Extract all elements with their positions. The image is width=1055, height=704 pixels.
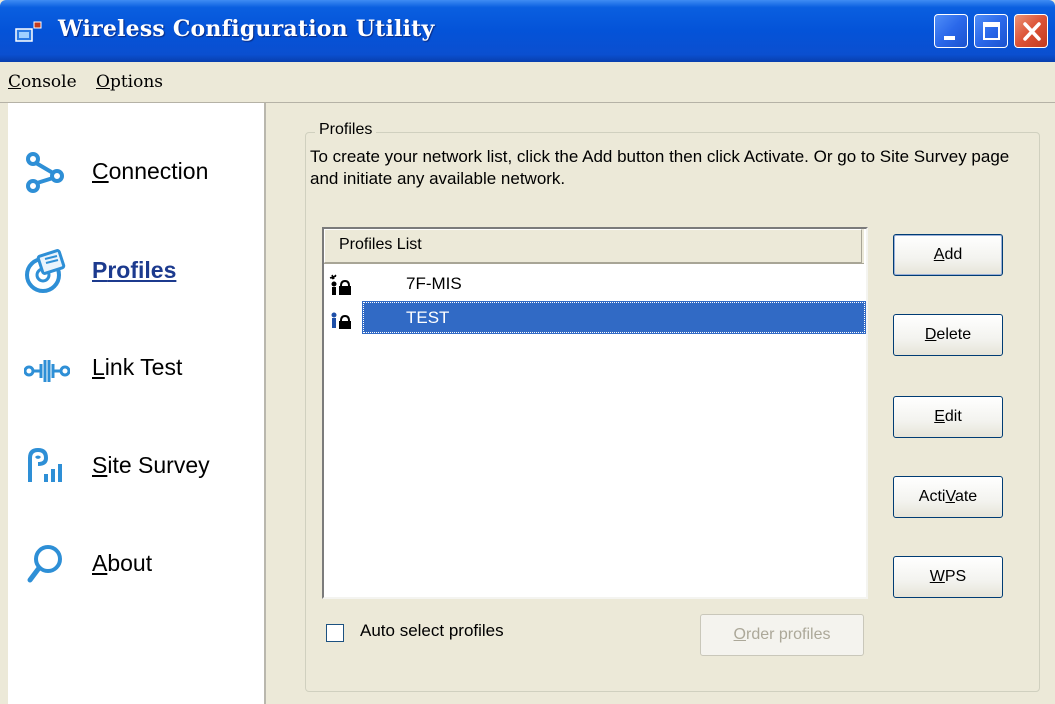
btn-mnemonic: A [933, 246, 945, 263]
nav-mnemonic: S [92, 452, 108, 478]
wireless-app-icon [15, 21, 42, 42]
btn-mnemonic: D [924, 326, 937, 343]
menu-bar: Console Options [0, 62, 1055, 103]
nav-rest: ink Test [104, 354, 183, 380]
sidebar-item-site-survey[interactable]: Site Survey [8, 434, 264, 494]
order-profiles-button[interactable]: Order profiles [700, 614, 864, 656]
connected-profile-icon [329, 274, 351, 295]
sidebar-item-connection[interactable]: Connection [8, 140, 264, 200]
sidebar-item-link-test-label: Link Test [92, 354, 182, 381]
btn-rest: dd [944, 246, 963, 263]
nav-rest: rofiles [107, 257, 177, 283]
profile-row-test[interactable]: TEST [324, 301, 866, 334]
sidebar-item-about-label: About [92, 550, 152, 577]
sidebar-item-connection-label: Connection [92, 158, 208, 185]
profiles-list[interactable]: Profiles List 7F-MIS TEST [322, 227, 868, 599]
profiles-icon [25, 249, 66, 293]
connection-icon [26, 152, 64, 193]
profiles-group-title: Profiles [315, 121, 377, 139]
minimize-icon [944, 36, 955, 40]
btn-rest: PS [944, 568, 967, 585]
btn-mnemonic: E [934, 408, 945, 425]
sidebar-item-profiles-label: Profiles [92, 257, 176, 284]
btn-pre: Acti [918, 488, 946, 505]
link-test-icon [24, 360, 70, 382]
delete-button[interactable]: Delete [893, 314, 1003, 356]
edit-button[interactable]: Edit [893, 396, 1003, 438]
close-icon [1023, 22, 1041, 41]
about-icon [27, 545, 62, 583]
menu-options-rest: ptions [109, 72, 163, 92]
maximize-icon [983, 22, 1000, 40]
activate-button[interactable]: ActiVate [893, 476, 1003, 518]
profile-name: 7F-MIS [406, 274, 462, 293]
auto-select-checkbox[interactable] [326, 624, 344, 642]
wps-button[interactable]: WPS [893, 556, 1003, 598]
menu-options-mnemonic: O [96, 72, 110, 92]
window-title: Wireless Configuration Utility [58, 16, 435, 42]
minimize-button[interactable] [934, 14, 968, 48]
nav-mnemonic: C [92, 158, 109, 184]
add-button[interactable]: Add [893, 234, 1003, 276]
btn-rest: dit [944, 408, 962, 425]
nav-rest: onnection [108, 158, 209, 184]
btn-rest: rder profiles [745, 626, 831, 643]
close-button[interactable] [1014, 14, 1048, 48]
sidebar-item-about[interactable]: About [8, 532, 264, 592]
menu-options[interactable]: Options [96, 72, 163, 92]
nav-mnemonic: P [92, 257, 108, 283]
btn-mnemonic: O [733, 626, 746, 643]
sidebar-item-site-survey-label: Site Survey [92, 452, 210, 479]
menu-console-rest: onsole [21, 72, 77, 92]
nav-mnemonic: A [92, 550, 108, 576]
profile-name: TEST [362, 301, 866, 334]
sidebar-item-profiles[interactable]: Profiles [8, 239, 264, 299]
nav-rest: ite Survey [107, 452, 210, 478]
column-header-label: Profiles List [339, 236, 422, 253]
profiles-list-header: Profiles List [324, 229, 864, 264]
site-survey-icon [28, 447, 62, 482]
btn-rest: ate [954, 488, 978, 505]
nav-mnemonic: L [92, 354, 105, 380]
profiles-instructions: To create your network list, click the A… [310, 147, 1010, 188]
menu-console-mnemonic: C [8, 72, 22, 92]
btn-mnemonic: W [929, 568, 945, 585]
btn-rest: elete [936, 326, 972, 343]
nav-rest: bout [107, 550, 153, 576]
title-bar[interactable]: Wireless Configuration Utility [0, 0, 1055, 62]
profile-row-7f-mis[interactable]: 7F-MIS [324, 267, 864, 300]
menu-console[interactable]: Console [8, 72, 77, 92]
profile-icon [331, 312, 351, 329]
auto-select-label[interactable]: Auto select profiles [360, 621, 504, 641]
sidebar-item-link-test[interactable]: Link Test [8, 336, 264, 396]
maximize-button[interactable] [974, 14, 1008, 48]
btn-mnemonic: V [945, 488, 955, 505]
column-header-profiles-list[interactable]: Profiles List [324, 229, 862, 263]
